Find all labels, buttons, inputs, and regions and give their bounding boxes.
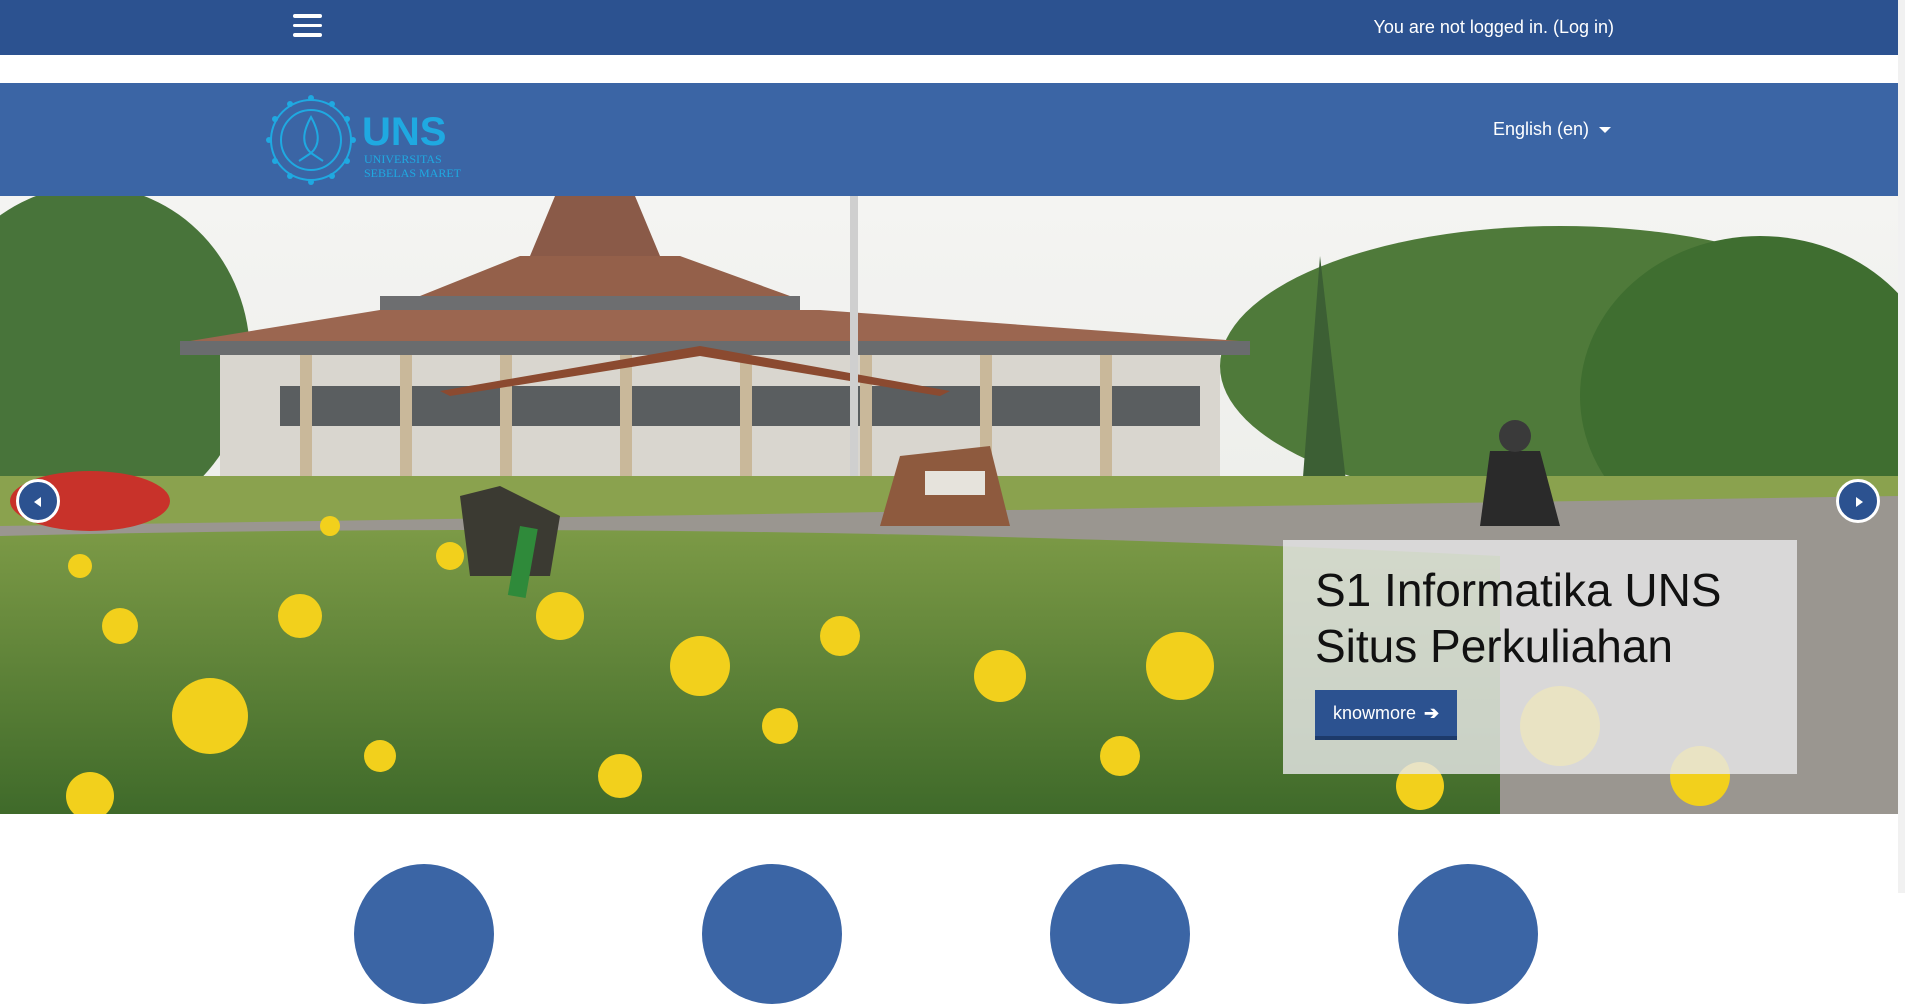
language-label: English (en) — [1492, 119, 1589, 139]
slide-title-line1: S1 Informatika UNS — [1315, 564, 1722, 616]
knowmore-label: knowmore — [1333, 703, 1417, 723]
caret-down-icon — [1599, 127, 1611, 134]
carousel-next-button[interactable] — [1836, 479, 1880, 523]
feature-icons-row — [0, 814, 1898, 1004]
chevron-left-icon — [34, 497, 41, 507]
chevron-right-icon — [1856, 497, 1863, 507]
logo-line2: SEBELAS MARET — [364, 166, 461, 180]
slide-title: S1 Informatika UNS Situs Perkuliahan — [1315, 562, 1765, 674]
feature-circle-3[interactable] — [1050, 864, 1190, 1004]
slide-caption: S1 Informatika UNS Situs Perkuliahan kno… — [1283, 540, 1797, 774]
language-selector[interactable]: English (en) — [1493, 119, 1611, 140]
logo-line1: UNIVERSITAS — [364, 152, 442, 166]
logo-title: UNS — [362, 110, 446, 154]
brand-header: UNS UNIVERSITAS SEBELAS MARET English (e… — [0, 83, 1898, 196]
login-status: You are not logged in. (Log in) — [1373, 17, 1614, 38]
carousel-prev-button[interactable] — [16, 479, 60, 523]
feature-circle-2[interactable] — [702, 864, 842, 1004]
top-navbar: You are not logged in. (Log in) — [0, 0, 1898, 55]
scrollbar[interactable] — [1898, 0, 1905, 893]
feature-circle-4[interactable] — [1398, 864, 1538, 1004]
hero-carousel: S1 Informatika UNS Situs Perkuliahan kno… — [0, 196, 1898, 814]
knowmore-button[interactable]: knowmore ➔ — [1315, 690, 1458, 740]
login-link[interactable]: (Log in) — [1553, 17, 1614, 37]
login-status-text: You are not logged in. — [1373, 17, 1548, 37]
slide-title-line2: Situs Perkuliahan — [1315, 620, 1673, 672]
feature-circle-1[interactable] — [354, 864, 494, 1004]
arrow-right-icon: ➔ — [1424, 703, 1440, 723]
uns-logo[interactable]: UNS UNIVERSITAS SEBELAS MARET — [266, 95, 461, 185]
hamburger-menu-icon[interactable] — [293, 14, 323, 40]
